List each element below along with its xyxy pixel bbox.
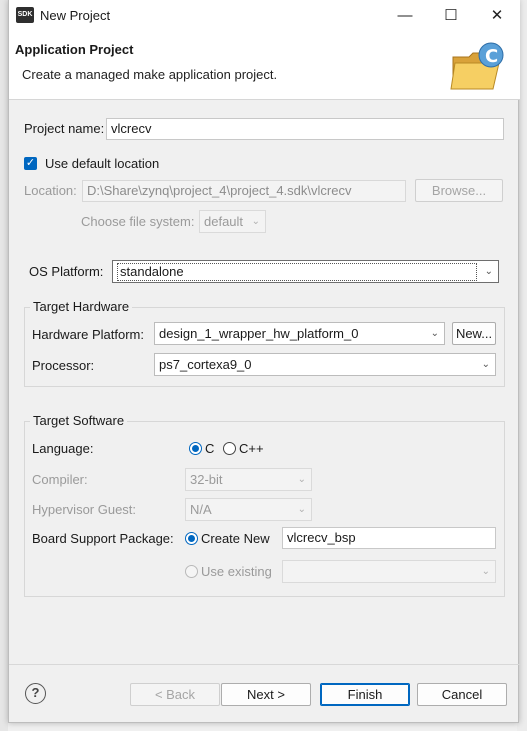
title-bar: SDK New Project — ☐ ✕ (9, 0, 520, 31)
os-platform-select[interactable]: standalone ⌄ (112, 260, 499, 283)
bsp-name-input[interactable]: vlcrecv_bsp (282, 527, 496, 549)
target-software-title: Target Software (30, 413, 128, 428)
finish-button[interactable]: Finish (320, 683, 410, 706)
language-cpp-radio[interactable] (223, 442, 236, 455)
hypervisor-guest-select[interactable]: N/A ⌄ (185, 498, 312, 521)
browse-button[interactable]: Browse... (415, 179, 503, 202)
footer-separator (9, 664, 520, 665)
chevron-down-icon: ⌄ (297, 504, 306, 515)
create-new-bsp-label: Create New (201, 531, 270, 546)
use-existing-bsp-radio[interactable] (185, 565, 198, 578)
create-new-bsp-radio[interactable] (185, 532, 198, 545)
chevron-down-icon: ⌄ (481, 566, 490, 577)
close-button[interactable]: ✕ (474, 0, 520, 31)
wizard-header: Application Project Create a managed mak… (9, 31, 520, 100)
back-button[interactable]: < Back (130, 683, 220, 706)
hardware-platform-value: design_1_wrapper_hw_platform_0 (159, 326, 359, 341)
project-folder-icon: C (450, 42, 504, 90)
maximize-button[interactable]: ☐ (428, 0, 474, 31)
project-name-label: Project name: (24, 121, 105, 136)
new-project-dialog: SDK New Project — ☐ ✕ Application Projec… (8, 0, 520, 723)
hypervisor-guest-value: N/A (190, 502, 212, 517)
use-existing-bsp-label: Use existing (201, 564, 272, 579)
language-c-label: C (205, 441, 215, 456)
sdk-app-icon: SDK (16, 7, 34, 23)
location-input[interactable]: D:\Share\zynq\project_4\project_4.sdk\vl… (82, 180, 406, 202)
chevron-down-icon: ⌄ (430, 328, 439, 339)
os-platform-value: standalone (117, 263, 477, 281)
help-icon[interactable]: ? (25, 683, 46, 704)
hardware-platform-label: Hardware Platform: (32, 327, 144, 342)
chevron-down-icon: ⌄ (484, 266, 493, 277)
processor-value: ps7_cortexa9_0 (159, 357, 252, 372)
background-window-left (0, 0, 8, 731)
hypervisor-guest-label: Hypervisor Guest: (32, 502, 137, 517)
file-system-label: Choose file system: (81, 214, 195, 229)
processor-label: Processor: (32, 358, 95, 373)
next-button[interactable]: Next > (221, 683, 311, 706)
chevron-down-icon: ⌄ (481, 359, 490, 370)
window-title: New Project (40, 8, 111, 23)
processor-select[interactable]: ps7_cortexa9_0 ⌄ (154, 353, 496, 376)
compiler-label: Compiler: (32, 472, 88, 487)
svg-text:C: C (485, 46, 498, 67)
target-hardware-title: Target Hardware (30, 299, 133, 314)
file-system-value: default (204, 214, 244, 229)
location-label: Location: (24, 183, 77, 198)
chevron-down-icon: ⌄ (297, 474, 306, 485)
new-hardware-platform-button[interactable]: New... (452, 322, 496, 345)
chevron-down-icon: ⌄ (251, 216, 260, 227)
cancel-button[interactable]: Cancel (417, 683, 507, 706)
hardware-platform-select[interactable]: design_1_wrapper_hw_platform_0 ⌄ (154, 322, 445, 345)
language-cpp-label: C++ (239, 441, 264, 456)
bsp-label: Board Support Package: (32, 531, 174, 546)
page-description: Create a managed make application projec… (22, 67, 278, 82)
project-name-input[interactable]: vlcrecv (106, 118, 504, 140)
compiler-select[interactable]: 32-bit ⌄ (185, 468, 312, 491)
existing-bsp-select[interactable]: ⌄ (282, 560, 496, 583)
use-default-location-checkbox[interactable]: ✓ (24, 157, 37, 170)
minimize-button[interactable]: — (382, 0, 428, 31)
compiler-value: 32-bit (190, 472, 223, 487)
file-system-select[interactable]: default ⌄ (199, 210, 266, 233)
os-platform-label: OS Platform: (29, 264, 104, 279)
use-default-location-label: Use default location (45, 156, 160, 171)
language-c-radio[interactable] (189, 442, 202, 455)
page-title: Application Project (15, 42, 134, 57)
language-label: Language: (32, 441, 94, 456)
